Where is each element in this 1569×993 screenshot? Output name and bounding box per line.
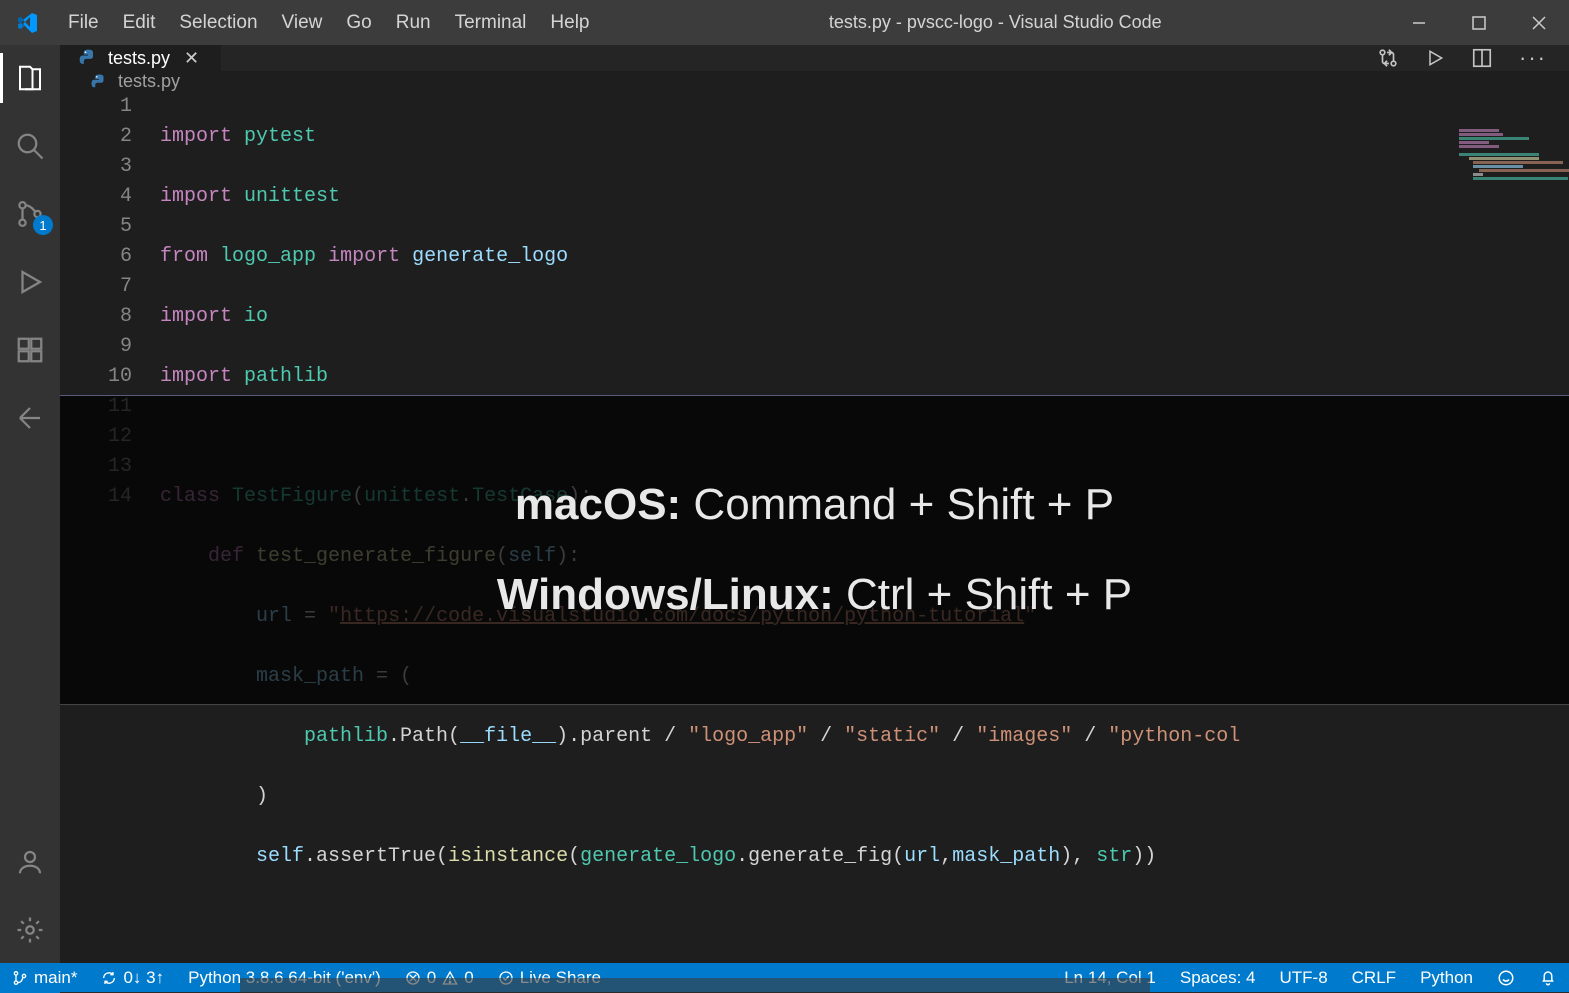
menu-terminal[interactable]: Terminal: [443, 8, 539, 38]
breadcrumb-file: tests.py: [118, 71, 180, 92]
menu-file[interactable]: File: [56, 8, 111, 38]
menu-view[interactable]: View: [270, 8, 335, 38]
menu-bar: File Edit Selection View Go Run Terminal…: [56, 8, 602, 38]
main: 1 tests.py ✕: [0, 45, 1569, 963]
line-number: 3: [60, 152, 132, 182]
code-editor[interactable]: 1 2 3 4 5 6 7 8 9 10 11 12 13 14 import …: [60, 92, 1569, 992]
line-number: 11: [60, 392, 132, 422]
activity-extensions[interactable]: [11, 331, 49, 369]
compare-changes-icon[interactable]: [1377, 47, 1399, 69]
window-maximize-button[interactable]: [1449, 0, 1509, 45]
tab-label: tests.py: [108, 48, 170, 69]
editor-actions: ···: [1377, 45, 1569, 71]
python-file-icon: [78, 48, 98, 68]
tab-close-button[interactable]: ✕: [180, 48, 203, 69]
activity-bar: 1: [0, 45, 60, 963]
window-minimize-button[interactable]: [1389, 0, 1449, 45]
menu-selection[interactable]: Selection: [167, 8, 269, 38]
titlebar: File Edit Selection View Go Run Terminal…: [0, 0, 1569, 45]
menu-go[interactable]: Go: [334, 8, 383, 38]
menu-edit[interactable]: Edit: [111, 8, 168, 38]
line-number: 10: [60, 362, 132, 392]
python-file-icon: [90, 73, 108, 91]
scm-badge: 1: [33, 215, 53, 235]
minimap[interactable]: [1459, 129, 1569, 389]
line-number: 1: [60, 92, 132, 122]
line-number: 9: [60, 332, 132, 362]
line-number: 5: [60, 212, 132, 242]
line-gutter: 1 2 3 4 5 6 7 8 9 10 11 12 13 14: [60, 92, 160, 992]
tab-tests-py[interactable]: tests.py ✕: [60, 45, 222, 71]
window-title: tests.py - pvscc-logo - Visual Studio Co…: [606, 12, 1386, 33]
line-number: 4: [60, 182, 132, 212]
line-number: 13: [60, 452, 132, 482]
more-actions-icon[interactable]: ···: [1519, 45, 1547, 71]
menu-help[interactable]: Help: [538, 8, 601, 38]
line-number: 2: [60, 122, 132, 152]
activity-settings[interactable]: [11, 911, 49, 949]
line-number: 6: [60, 242, 132, 272]
run-icon[interactable]: [1425, 48, 1445, 68]
activity-accounts[interactable]: [11, 843, 49, 881]
line-number: 7: [60, 272, 132, 302]
activity-liveshare[interactable]: [11, 399, 49, 437]
vscode-logo-icon: [12, 11, 42, 35]
horizontal-scrollbar[interactable]: [240, 978, 1150, 992]
line-number: 14: [60, 482, 132, 512]
breadcrumb[interactable]: tests.py: [60, 71, 1569, 92]
tab-bar: tests.py ✕ ···: [60, 45, 1569, 71]
line-number: 8: [60, 302, 132, 332]
code-content[interactable]: import pytest import unittest from logo_…: [160, 92, 1569, 992]
menu-run[interactable]: Run: [384, 8, 443, 38]
activity-run-debug[interactable]: [11, 263, 49, 301]
line-number: 12: [60, 422, 132, 452]
window-controls: [1389, 0, 1569, 45]
activity-search[interactable]: [11, 127, 49, 165]
window-close-button[interactable]: [1509, 0, 1569, 45]
split-editor-icon[interactable]: [1471, 47, 1493, 69]
activity-source-control[interactable]: 1: [11, 195, 49, 233]
activity-explorer[interactable]: [11, 59, 49, 97]
editor-area: tests.py ✕ ··· tests.py 1 2 3: [60, 45, 1569, 963]
